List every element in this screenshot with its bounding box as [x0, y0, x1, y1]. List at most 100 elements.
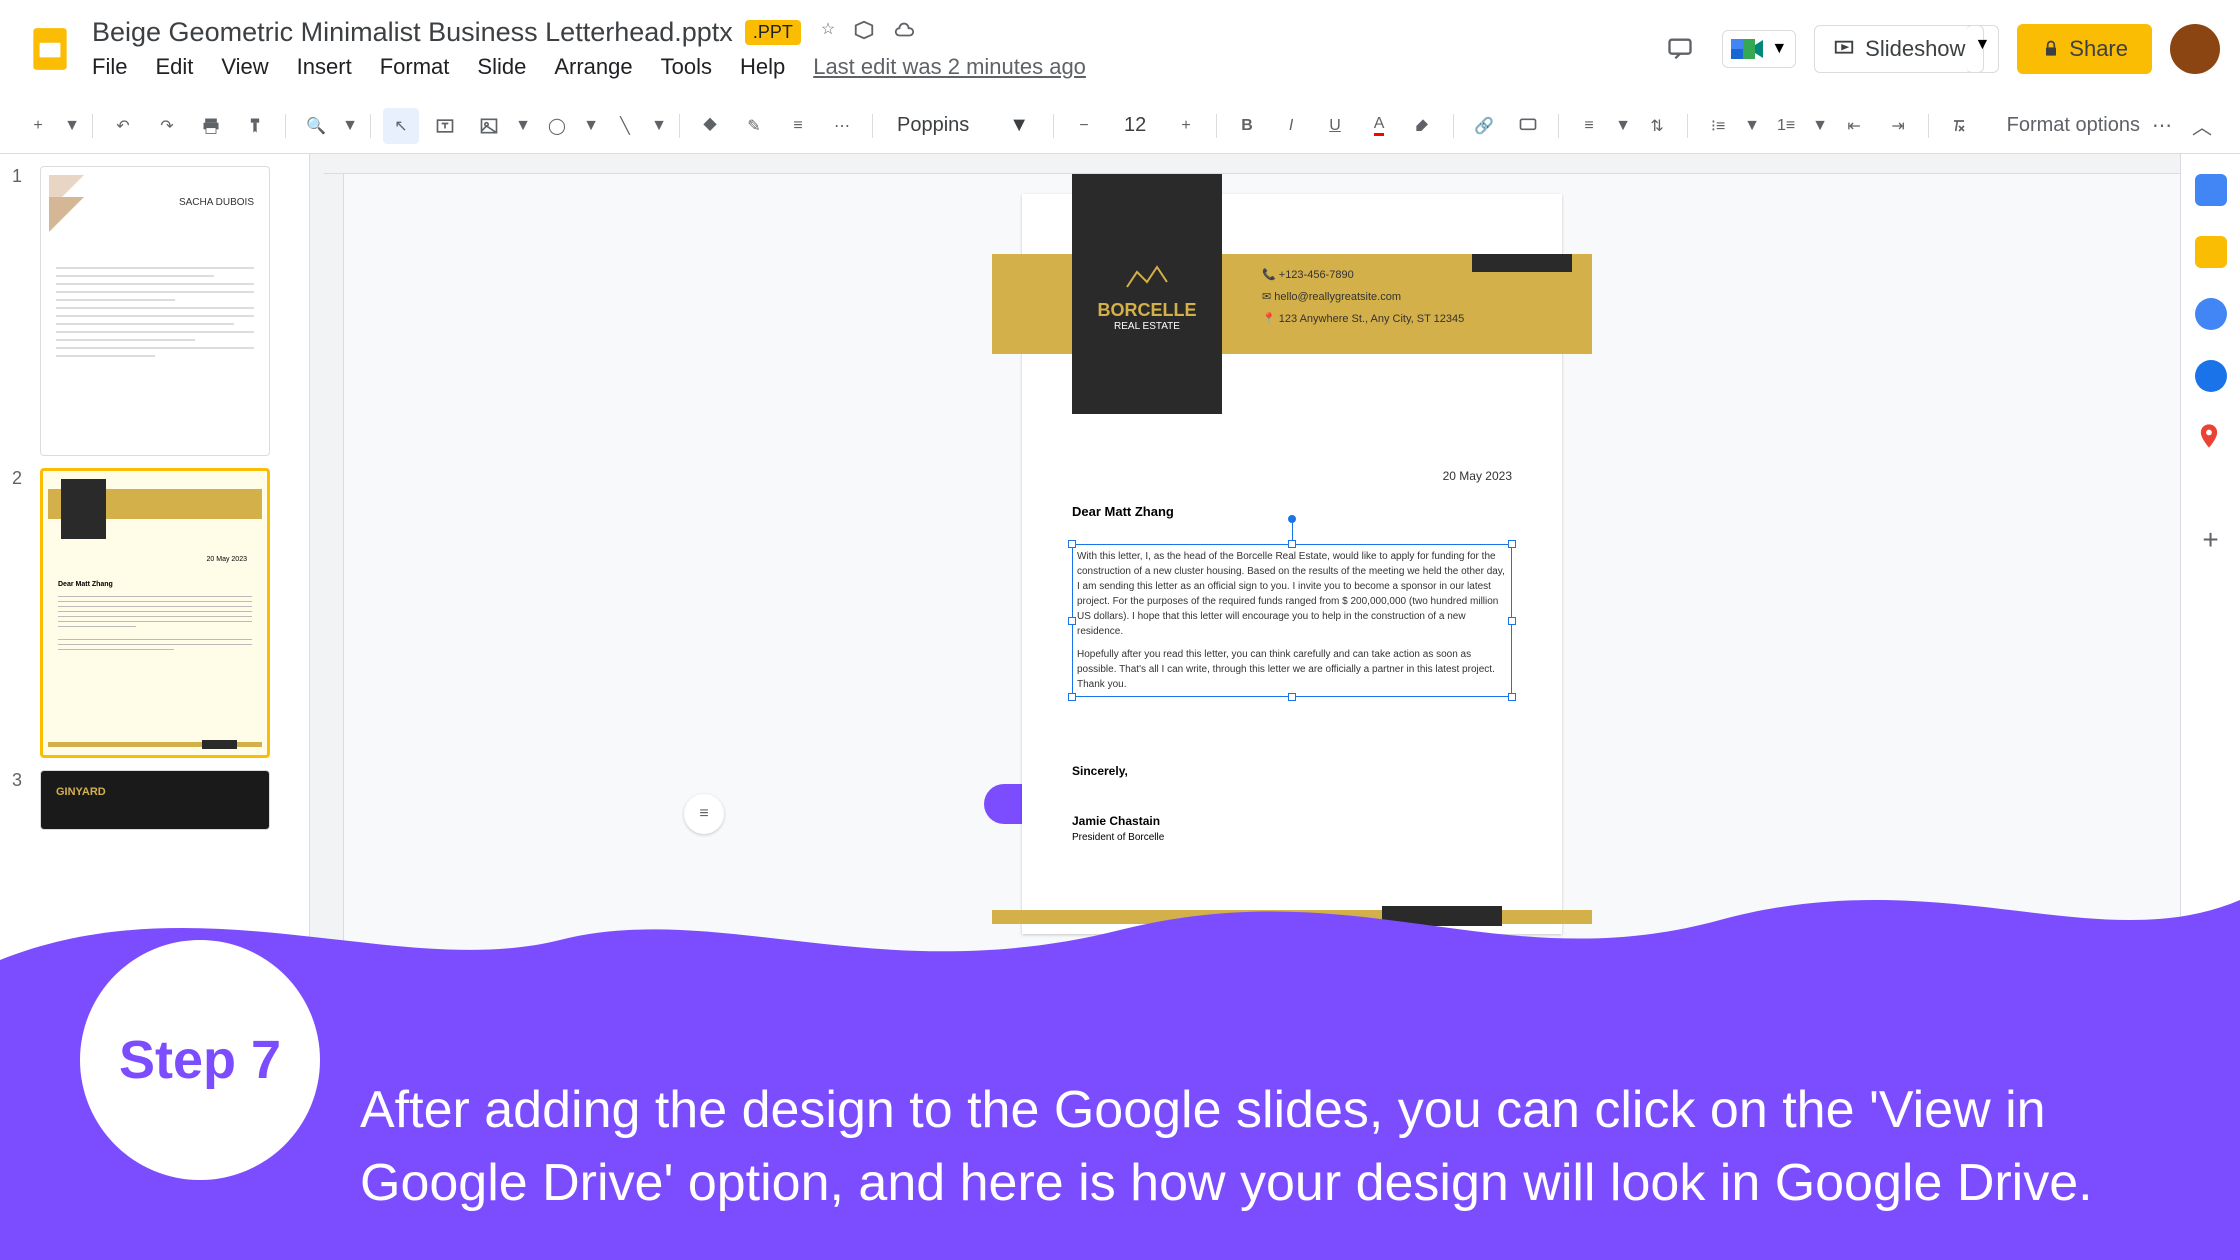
- meet-button[interactable]: ▼: [1722, 30, 1796, 68]
- menu-tools[interactable]: Tools: [661, 54, 712, 80]
- resize-handle[interactable]: [1288, 540, 1296, 548]
- slideshow-dropdown[interactable]: ▼: [1966, 25, 1999, 73]
- redo-icon[interactable]: ↷: [149, 108, 185, 144]
- fill-color-icon[interactable]: [692, 108, 728, 144]
- resize-handle[interactable]: [1068, 617, 1076, 625]
- cloud-icon[interactable]: [893, 19, 915, 46]
- new-slide-dropdown[interactable]: ▼: [64, 108, 80, 144]
- align-icon[interactable]: ≡: [1571, 108, 1607, 144]
- align-dropdown[interactable]: ▼: [1615, 108, 1631, 144]
- contacts-addon-icon[interactable]: [2195, 360, 2227, 392]
- slide-thumbnail-3[interactable]: GINYARD: [40, 770, 270, 830]
- image-dropdown[interactable]: ▼: [515, 108, 531, 144]
- font-select[interactable]: Poppins ▼: [885, 108, 1041, 143]
- font-size-decrease[interactable]: −: [1066, 108, 1102, 144]
- thumb-number: 1: [12, 166, 32, 456]
- text-color-icon[interactable]: A: [1361, 108, 1397, 144]
- new-slide-button[interactable]: +: [20, 108, 56, 144]
- border-weight-icon[interactable]: ≡: [780, 108, 816, 144]
- slide-email: hello@reallygreatsite.com: [1274, 291, 1401, 303]
- move-icon[interactable]: [853, 19, 875, 46]
- slides-logo[interactable]: [20, 19, 80, 79]
- slide-canvas[interactable]: BORCELLE REAL ESTATE 📞 +123-456-7890 ✉ h…: [1022, 194, 1562, 934]
- zoom-icon[interactable]: 🔍: [298, 108, 334, 144]
- slide-address: 123 Anywhere St., Any City, ST 12345: [1279, 313, 1464, 325]
- bold-icon[interactable]: B: [1229, 108, 1265, 144]
- textbox-icon[interactable]: [427, 108, 463, 144]
- menu-help[interactable]: Help: [740, 54, 785, 80]
- slide-body-p1: With this letter, I, as the head of the …: [1077, 549, 1507, 639]
- menu-edit[interactable]: Edit: [155, 54, 193, 80]
- font-size-input[interactable]: 12: [1110, 114, 1160, 137]
- menu-insert[interactable]: Insert: [297, 54, 352, 80]
- overlay-instruction: After adding the design to the Google sl…: [360, 1074, 2200, 1220]
- step-label: Step 7: [119, 1029, 281, 1091]
- print-icon[interactable]: [193, 108, 229, 144]
- menu-view[interactable]: View: [221, 54, 268, 80]
- slide-signature-name: Jamie Chastain: [1072, 814, 1160, 828]
- thumb-number: 2: [12, 468, 32, 758]
- star-icon[interactable]: ☆: [821, 19, 835, 46]
- menu-format[interactable]: Format: [380, 54, 450, 80]
- format-options-button[interactable]: Format options: [2007, 114, 2140, 137]
- calendar-addon-icon[interactable]: [2195, 174, 2227, 206]
- border-dash-icon[interactable]: ⋯: [824, 108, 860, 144]
- maps-addon-icon[interactable]: [2195, 422, 2227, 454]
- paint-format-icon[interactable]: [237, 108, 273, 144]
- user-avatar[interactable]: [2170, 24, 2220, 74]
- line-icon[interactable]: ╲: [607, 108, 643, 144]
- undo-icon[interactable]: ↶: [105, 108, 141, 144]
- line-dropdown[interactable]: ▼: [651, 108, 667, 144]
- share-button[interactable]: Share: [2017, 24, 2152, 74]
- resize-handle[interactable]: [1508, 693, 1516, 701]
- resize-handle[interactable]: [1068, 693, 1076, 701]
- underline-icon[interactable]: U: [1317, 108, 1353, 144]
- selected-textbox[interactable]: With this letter, I, as the head of the …: [1072, 544, 1512, 697]
- dropdown-icon: ▼: [1771, 40, 1787, 58]
- image-icon[interactable]: [471, 108, 507, 144]
- add-addon-icon[interactable]: +: [2195, 524, 2227, 556]
- highlight-icon[interactable]: [1405, 108, 1441, 144]
- menu-slide[interactable]: Slide: [477, 54, 526, 80]
- zoom-dropdown[interactable]: ▼: [342, 108, 358, 144]
- keep-addon-icon[interactable]: [2195, 236, 2227, 268]
- slideshow-label: Slideshow: [1865, 36, 1965, 62]
- comment-icon[interactable]: [1510, 108, 1546, 144]
- select-tool-icon[interactable]: ↖: [383, 108, 419, 144]
- clear-format-icon[interactable]: [1941, 108, 1977, 144]
- speaker-notes-toggle[interactable]: ≡: [684, 794, 724, 834]
- collapse-toolbar-icon[interactable]: ︿: [2184, 108, 2220, 144]
- resize-handle[interactable]: [1068, 540, 1076, 548]
- resize-handle[interactable]: [1508, 617, 1516, 625]
- numbered-dropdown[interactable]: ▼: [1812, 108, 1828, 144]
- slide-thumbnail-2[interactable]: 20 May 2023 Dear Matt Zhang: [40, 468, 270, 758]
- resize-handle[interactable]: [1508, 540, 1516, 548]
- slide-sincerely: Sincerely,: [1072, 764, 1128, 778]
- bullet-dropdown[interactable]: ▼: [1744, 108, 1760, 144]
- numbered-list-icon[interactable]: 1≡: [1768, 108, 1804, 144]
- bullet-list-icon[interactable]: ⁝≡: [1700, 108, 1736, 144]
- shape-dropdown[interactable]: ▼: [583, 108, 599, 144]
- last-edit-link[interactable]: Last edit was 2 minutes ago: [813, 54, 1086, 80]
- font-name: Poppins: [897, 114, 969, 137]
- font-size-increase[interactable]: +: [1168, 108, 1204, 144]
- tutorial-overlay: Step 7 After adding the design to the Go…: [0, 840, 2240, 1260]
- indent-decrease-icon[interactable]: ⇤: [1836, 108, 1872, 144]
- slide-phone: +123-456-7890: [1279, 269, 1354, 281]
- shape-icon[interactable]: ◯: [539, 108, 575, 144]
- slide-thumbnail-1[interactable]: SACHA DUBOIS: [40, 166, 270, 456]
- slideshow-button[interactable]: Slideshow: [1814, 25, 1984, 73]
- line-spacing-icon[interactable]: ⇅: [1639, 108, 1675, 144]
- italic-icon[interactable]: I: [1273, 108, 1309, 144]
- comments-icon[interactable]: [1656, 25, 1704, 73]
- indent-increase-icon[interactable]: ⇥: [1880, 108, 1916, 144]
- menu-arrange[interactable]: Arrange: [554, 54, 632, 80]
- tasks-addon-icon[interactable]: [2195, 298, 2227, 330]
- link-icon[interactable]: 🔗: [1466, 108, 1502, 144]
- rotate-handle[interactable]: [1288, 515, 1296, 523]
- border-color-icon[interactable]: ✎: [736, 108, 772, 144]
- document-title[interactable]: Beige Geometric Minimalist Business Lett…: [92, 17, 733, 48]
- resize-handle[interactable]: [1288, 693, 1296, 701]
- menu-file[interactable]: File: [92, 54, 127, 80]
- more-icon[interactable]: ⋯: [2152, 113, 2172, 138]
